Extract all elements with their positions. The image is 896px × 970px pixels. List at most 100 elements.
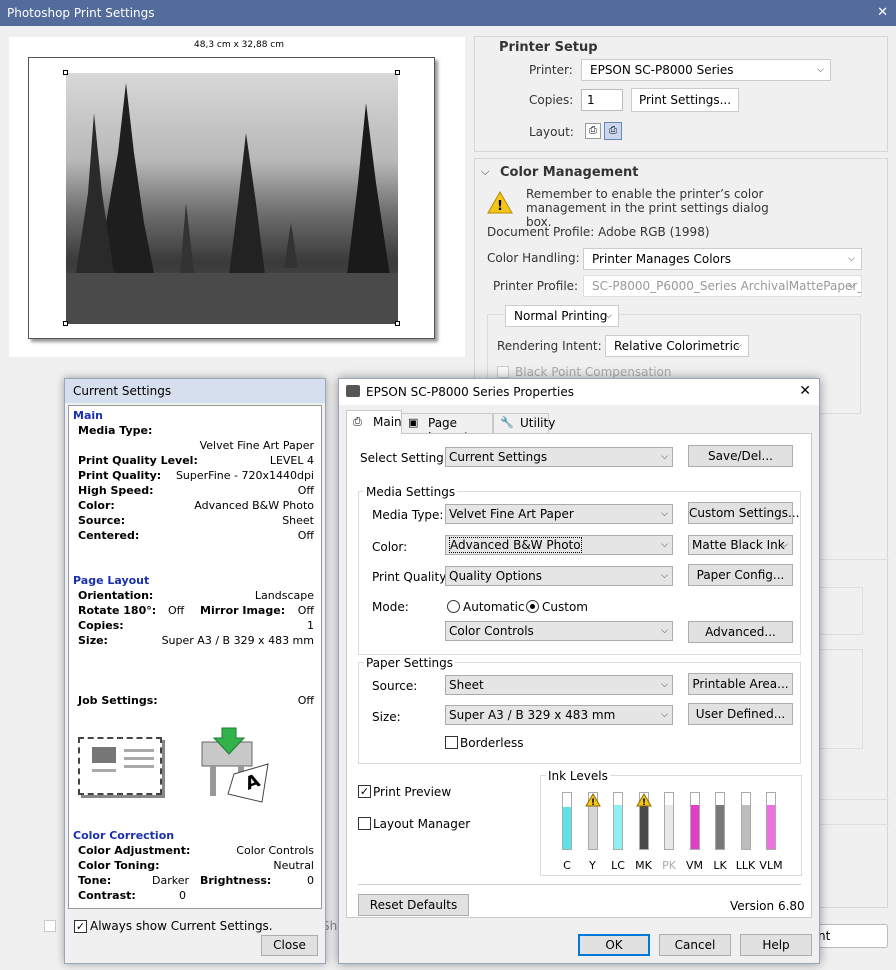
color-label: Color: [372, 540, 408, 554]
printer-app-icon [346, 385, 360, 397]
cs-copies: Copies: 1 [78, 619, 314, 632]
mode-label: Mode: [372, 600, 409, 614]
cm-subbox-1 [813, 587, 863, 635]
mode-automatic-radio[interactable] [447, 600, 460, 613]
bpc-label: Black Point Compensation [515, 365, 672, 379]
layout-manager-checkbox[interactable] [358, 817, 371, 830]
preview-pane: 48,3 cm x 32,88 cm [9, 37, 465, 357]
chevron-down-icon: ⌵ [735, 341, 742, 351]
print-image[interactable] [66, 73, 398, 324]
match-print-colors-checkbox[interactable] [44, 920, 56, 932]
source-dropdown[interactable]: Sheet ⌵ [445, 675, 673, 695]
advanced-button[interactable]: Advanced... [688, 621, 793, 643]
cs-row-2: Print Quality: SuperFine - 720x1440dpi [78, 469, 314, 482]
print-settings-button[interactable]: Print Settings... [631, 88, 739, 112]
cs-media-type: Media Type: [78, 424, 153, 437]
color-handling-select[interactable]: Printer Manages Colors ⌵ [583, 248, 862, 270]
black-ink-dropdown[interactable]: Matte Black Ink ⌵ [688, 535, 793, 555]
ink-cartridge-vm [689, 792, 700, 850]
tab-utility[interactable]: 🔧 Utility [493, 413, 555, 434]
printer-rotation-icon: A [201, 727, 269, 803]
resize-handle-bl[interactable] [63, 321, 68, 326]
chevron-down-icon: ⌵ [781, 540, 788, 550]
color-dropdown[interactable]: Advanced B&W Photo ⌵ [445, 535, 673, 555]
custom-settings-button[interactable]: Custom Settings... [688, 502, 799, 524]
print-preview-label: Print Preview [373, 785, 452, 799]
select-setting-label: Select Setting: [360, 451, 448, 465]
reset-defaults-button[interactable]: Reset Defaults [358, 894, 469, 916]
cs-rotate-mirror: Rotate 180°: Off Mirror Image: Off [78, 604, 314, 617]
paper-sheet [28, 57, 435, 339]
size-dropdown[interactable]: Super A3 / B 329 x 483 mm ⌵ [445, 705, 673, 725]
cs-main-heading: Main [73, 409, 103, 422]
printer-select[interactable]: EPSON SC-P8000 Series ⌵ [581, 59, 831, 81]
chevron-down-icon: ⌵ [661, 626, 668, 636]
printer-profile-select[interactable]: SC-P8000_P6000_Series ArchivalMattePaper… [583, 275, 862, 297]
print-quality-dropdown[interactable]: Quality Options ⌵ [445, 566, 673, 586]
layout-label: Layout: [529, 125, 574, 139]
cs-close-button[interactable]: Close [261, 935, 318, 956]
resize-handle-tr[interactable] [395, 70, 400, 75]
printing-mode-select[interactable]: Normal Printing ⌵ [505, 305, 619, 327]
printable-area-button[interactable]: Printable Area... [688, 673, 793, 695]
cs-color-adjustment: Color Adjustment: Color Controls [78, 844, 314, 857]
chevron-down-icon: ⌵ [848, 254, 855, 264]
borderless-checkbox[interactable] [445, 736, 458, 749]
cs-media-type-value: Velvet Fine Art Paper [199, 439, 314, 452]
copies-input[interactable]: 1 [581, 89, 623, 111]
ink-label-vlm: VLM [759, 859, 783, 872]
bpc-checkbox[interactable] [497, 366, 509, 378]
tab-main[interactable]: ⎙ Main [346, 410, 402, 434]
media-type-dropdown[interactable]: Velvet Fine Art Paper ⌵ [445, 504, 673, 524]
chevron-down-icon: ⌵ [661, 509, 668, 519]
cancel-button[interactable]: Cancel [659, 934, 731, 956]
color-handling-label: Color Handling: [487, 251, 580, 265]
ep-close-icon[interactable]: ✕ [799, 383, 811, 399]
media-settings-title: Media Settings [364, 485, 458, 499]
mode-automatic-label: Automatic [463, 600, 525, 614]
forest-landscape [66, 83, 398, 324]
svg-text:!: ! [590, 798, 594, 807]
help-button[interactable]: Help [740, 934, 812, 956]
cs-row-1: Print Quality Level: LEVEL 4 [78, 454, 314, 467]
printer-profile-label: Printer Profile: [493, 279, 579, 293]
ink-cartridge-c [562, 792, 572, 850]
cm-divider-3 [813, 824, 889, 825]
collapse-chevron-icon[interactable]: ⌵ [481, 165, 489, 179]
chevron-down-icon: ⌵ [848, 281, 855, 291]
cs-job-settings: Job Settings: Off [78, 694, 314, 707]
always-show-label: Always show Current Settings. [90, 919, 273, 933]
ok-button[interactable]: OK [578, 934, 650, 956]
cs-tone-brightness: Tone: Darker Brightness: 0 [78, 874, 314, 887]
always-show-checkbox[interactable]: ✓ [74, 920, 87, 933]
portrait-layout-icon[interactable]: ⎙ [585, 123, 601, 139]
ink-cartridge-lc [613, 792, 623, 850]
ps-close-icon[interactable]: ✕ [877, 5, 888, 20]
printer-setup-heading: Printer Setup [499, 40, 598, 55]
resize-handle-tl[interactable] [63, 70, 68, 75]
color-controls-dropdown[interactable]: Color Controls ⌵ [445, 621, 673, 641]
tab-page-layout[interactable]: ▣ Page Layout [401, 413, 493, 444]
cs-title: Current Settings [73, 384, 172, 398]
chevron-down-icon: ⌵ [605, 311, 612, 321]
print-button-partial[interactable]: nt [808, 924, 888, 948]
page-layout-tab-icon: ▣ [408, 416, 419, 429]
landscape-layout-icon[interactable]: ⎙ [604, 122, 622, 140]
mode-custom-radio[interactable] [526, 600, 539, 613]
document-profile: Document Profile: Adobe RGB (1998) [487, 225, 710, 239]
select-setting-dropdown[interactable]: Current Settings ⌵ [445, 447, 673, 467]
cs-orientation: Orientation: Landscape [78, 589, 314, 602]
resize-handle-br[interactable] [395, 321, 400, 326]
paper-config-button[interactable]: Paper Config... [688, 564, 793, 586]
print-preview-checkbox[interactable]: ✓ [358, 785, 371, 798]
chevron-down-icon: ⌵ [661, 710, 668, 720]
save-del-button[interactable]: Save/Del... [688, 445, 793, 467]
ink-levels-title: Ink Levels [546, 769, 610, 783]
ink-cartridge-llk [740, 792, 751, 850]
cs-row-3: High Speed: Off [78, 484, 314, 497]
size-label: Size: [372, 710, 401, 724]
rendering-intent-select[interactable]: Relative Colorimetric ⌵ [605, 335, 749, 357]
chevron-down-icon: ⌵ [661, 540, 668, 550]
user-defined-button[interactable]: User Defined... [688, 703, 793, 725]
cs-color-correction-heading: Color Correction [73, 829, 175, 842]
